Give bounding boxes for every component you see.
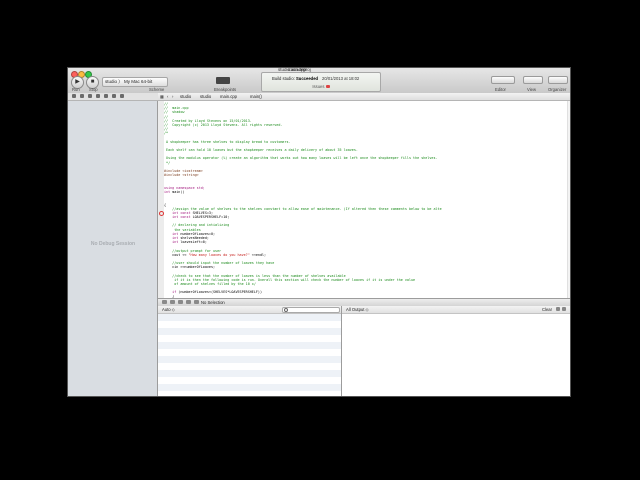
variables-row <box>158 335 341 342</box>
no-selection-label: No Selection <box>201 300 225 305</box>
variables-row <box>158 363 341 370</box>
code-token: main() <box>170 189 185 194</box>
no-debug-session-text: No Debug Session <box>90 241 136 247</box>
project-name: studio.xcodeproj <box>278 67 311 72</box>
symbol-navigator-icon[interactable] <box>80 94 84 98</box>
search-navigator-icon[interactable] <box>88 94 92 98</box>
issues-indicator[interactable]: Issues <box>262 84 380 89</box>
jumpbar-item-group[interactable]: studio <box>200 94 211 99</box>
back-icon[interactable]: ‹ <box>167 94 168 99</box>
build-status: Build studio: Succeeded <box>272 76 318 81</box>
navigator-panel: No Debug Session <box>68 101 158 396</box>
vertical-scrollbar[interactable] <box>567 101 570 298</box>
code-token: cout << <box>164 252 189 257</box>
related-items-icon[interactable]: ▦ <box>160 94 164 99</box>
breakpoints-label: Breakpoints <box>214 87 237 92</box>
code-token: #include <string> <box>164 173 199 178</box>
source-code[interactable]: //// main.cpp// shadow//// Created by Ll… <box>164 101 570 298</box>
console-clear-button[interactable]: Clear <box>542 307 552 312</box>
organizer-label: Organizer <box>548 87 567 92</box>
variables-row <box>158 349 341 356</box>
code-token: (numberOfLoaves<(SHELVES*LOAVESPERSHELF)… <box>176 290 262 295</box>
breakpoint-marker-icon[interactable] <box>159 211 164 216</box>
jump-bar: ▦ ‹ › studio studio main.cpp main() <box>158 93 570 101</box>
code-token: Using the modulus operator (%) create an… <box>164 156 438 161</box>
code-token: int const <box>164 215 191 220</box>
stop-label: Stop <box>89 87 98 92</box>
project-file-name: studio.xcodeproj <box>278 67 311 72</box>
hide-debug-area-icon[interactable] <box>162 300 167 304</box>
toolbar: main.cpp ▶ ■ studio 〉 My Mac 64-bit Buil… <box>68 68 570 94</box>
code-token: cin >>numberOfLoaves; <box>164 265 216 270</box>
variables-view: Auto ◇ <box>158 306 342 396</box>
variables-row <box>158 321 341 328</box>
play-icon: ▶ <box>75 79 80 85</box>
step-into-icon[interactable] <box>186 300 191 304</box>
debug-navigator-icon[interactable] <box>104 94 108 98</box>
view-segmented-control[interactable] <box>523 76 543 84</box>
jumpbar-item-project[interactable]: studio <box>180 94 191 99</box>
step-out-icon[interactable] <box>194 300 199 304</box>
editor-segmented-control[interactable] <box>491 76 515 84</box>
jumpbar-item-file[interactable]: main.cpp <box>220 94 237 99</box>
variables-row <box>158 370 341 377</box>
code-token: */ <box>164 160 171 165</box>
code-token: <<endl; <box>249 252 267 257</box>
variables-row <box>158 391 341 396</box>
variables-search-field[interactable] <box>282 307 340 313</box>
code-token: /* <box>164 131 169 136</box>
console-pane-icon[interactable] <box>562 307 566 311</box>
step-over-icon[interactable] <box>178 300 183 304</box>
forward-icon[interactable]: › <box>172 94 173 99</box>
breakpoint-navigator-icon[interactable] <box>112 94 116 98</box>
issues-label: Issues <box>312 84 325 89</box>
build-time: 20/01/2013 at 18:02 <box>322 76 360 81</box>
scheme-label: Scheme <box>149 87 165 92</box>
variables-pane-icon[interactable] <box>556 307 560 311</box>
code-token: LOAVESPERSHELF=10; <box>190 215 230 220</box>
console-header: All Output ◇ Clear <box>342 306 570 314</box>
variables-header: Auto ◇ <box>158 306 341 314</box>
code-token: // Copyright (c) 2013 Lloyd Stevens. All… <box>164 122 283 127</box>
view-label: View <box>527 87 537 92</box>
variables-row <box>158 342 341 349</box>
stop-icon: ■ <box>90 79 95 85</box>
organizer-button[interactable] <box>548 76 568 84</box>
editor-label: Editor <box>495 87 506 92</box>
code-token: "How many loaves do you have?" <box>188 252 250 257</box>
code-token: Each shelf can hold 10 loaves but the sh… <box>164 148 358 153</box>
activity-viewer: Build studio: Succeeded 20/01/2013 at 18… <box>261 72 381 92</box>
issue-navigator-icon[interactable] <box>96 94 100 98</box>
variables-row <box>158 377 341 384</box>
log-navigator-icon[interactable] <box>120 94 124 98</box>
issues-badge-icon <box>325 85 330 89</box>
code-token: int <box>164 240 179 245</box>
variables-row <box>158 314 341 321</box>
console-view[interactable]: All Output ◇ Clear <box>342 306 570 396</box>
run-label: Run <box>72 87 80 92</box>
jumpbar-item-function[interactable]: main() <box>250 94 262 99</box>
navigator-selector-bar <box>68 93 159 101</box>
console-output-popup[interactable]: All Output ◇ <box>346 307 369 312</box>
code-token: A shopkeeper has three shelves to displa… <box>164 139 291 144</box>
project-navigator-icon[interactable] <box>72 94 76 98</box>
continue-icon[interactable] <box>170 300 175 304</box>
code-token: loavesLeft=0; <box>178 240 207 245</box>
scheme-popup[interactable]: studio 〉 My Mac 64-bit <box>102 77 168 87</box>
source-editor[interactable]: //// main.cpp// shadow//// Created by Ll… <box>164 101 570 298</box>
code-token: of amount of shelves filled by the 10 x/ <box>164 282 256 287</box>
build-result: Succeeded <box>295 76 319 81</box>
build-status-prefix: Build studio: <box>272 76 296 81</box>
variables-row <box>158 384 341 391</box>
xcode-window: main.cpp ▶ ■ studio 〉 My Mac 64-bit Buil… <box>67 67 571 397</box>
variables-scope-popup[interactable]: Auto ◇ <box>162 307 175 312</box>
breakpoints-button[interactable] <box>216 77 230 84</box>
variables-row <box>158 356 341 363</box>
variables-row <box>158 328 341 335</box>
